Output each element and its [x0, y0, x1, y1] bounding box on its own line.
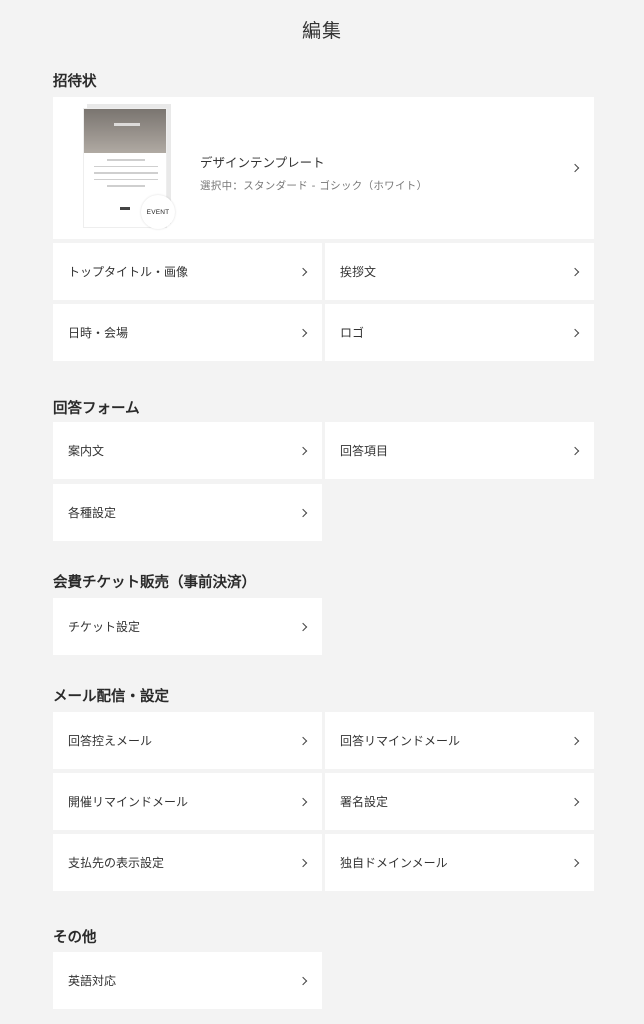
template-thumbnail: EVENT	[83, 104, 175, 229]
datetime-venue-button[interactable]: 日時・会場	[53, 304, 322, 361]
item-label: トップタイトル・画像	[68, 265, 189, 279]
greeting-button[interactable]: 挨拶文	[325, 243, 594, 300]
item-label: ロゴ	[340, 326, 365, 340]
answer-remind-mail-button[interactable]: 回答リマインドメール	[325, 712, 594, 769]
section-title-other: その他	[53, 930, 97, 946]
ticket-settings-button[interactable]: チケット設定	[53, 598, 322, 655]
design-template-card[interactable]: EVENT デザインテンプレート 選択中：スタンダード - ゴシック（ホワイト）	[53, 97, 594, 239]
top-title-image-button[interactable]: トップタイトル・画像	[53, 243, 322, 300]
item-label: 独自ドメインメール	[340, 856, 448, 870]
guide-text-button[interactable]: 案内文	[53, 422, 322, 479]
event-remind-mail-button[interactable]: 開催リマインドメール	[53, 773, 322, 830]
item-label: 挨拶文	[340, 265, 377, 279]
template-name: デザインテンプレート	[200, 155, 325, 170]
template-selected: 選択中：スタンダード - ゴシック（ホワイト）	[200, 180, 428, 192]
item-label: 回答項目	[340, 444, 389, 458]
item-label: 支払先の表示設定	[68, 856, 165, 870]
item-label: 回答リマインドメール	[340, 734, 461, 748]
item-label: 開催リマインドメール	[68, 795, 189, 809]
item-label: 英語対応	[68, 974, 117, 988]
confirm-mail-button[interactable]: 回答控えメール	[53, 712, 322, 769]
section-title-form: 回答フォーム	[53, 401, 140, 417]
signature-settings-button[interactable]: 署名設定	[325, 773, 594, 830]
item-label: チケット設定	[68, 620, 141, 634]
chevron-right-icon	[570, 163, 580, 173]
logo-button[interactable]: ロゴ	[325, 304, 594, 361]
event-badge: EVENT	[141, 195, 175, 229]
item-label: 案内文	[68, 444, 105, 458]
custom-domain-mail-button[interactable]: 独自ドメインメール	[325, 834, 594, 891]
item-label: 署名設定	[340, 795, 389, 809]
answer-items-button[interactable]: 回答項目	[325, 422, 594, 479]
item-label: 各種設定	[68, 506, 117, 520]
various-settings-button[interactable]: 各種設定	[53, 484, 322, 541]
section-title-mail: メール配信・設定	[53, 689, 169, 705]
payee-display-settings-button[interactable]: 支払先の表示設定	[53, 834, 322, 891]
section-title-invitation: 招待状	[53, 74, 97, 90]
item-label: 回答控えメール	[68, 734, 153, 748]
section-title-ticket: 会費チケット販売（事前決済）	[53, 575, 256, 591]
item-label: 日時・会場	[68, 326, 129, 340]
english-support-button[interactable]: 英語対応	[53, 952, 322, 1009]
page-title: 編集	[301, 20, 342, 42]
